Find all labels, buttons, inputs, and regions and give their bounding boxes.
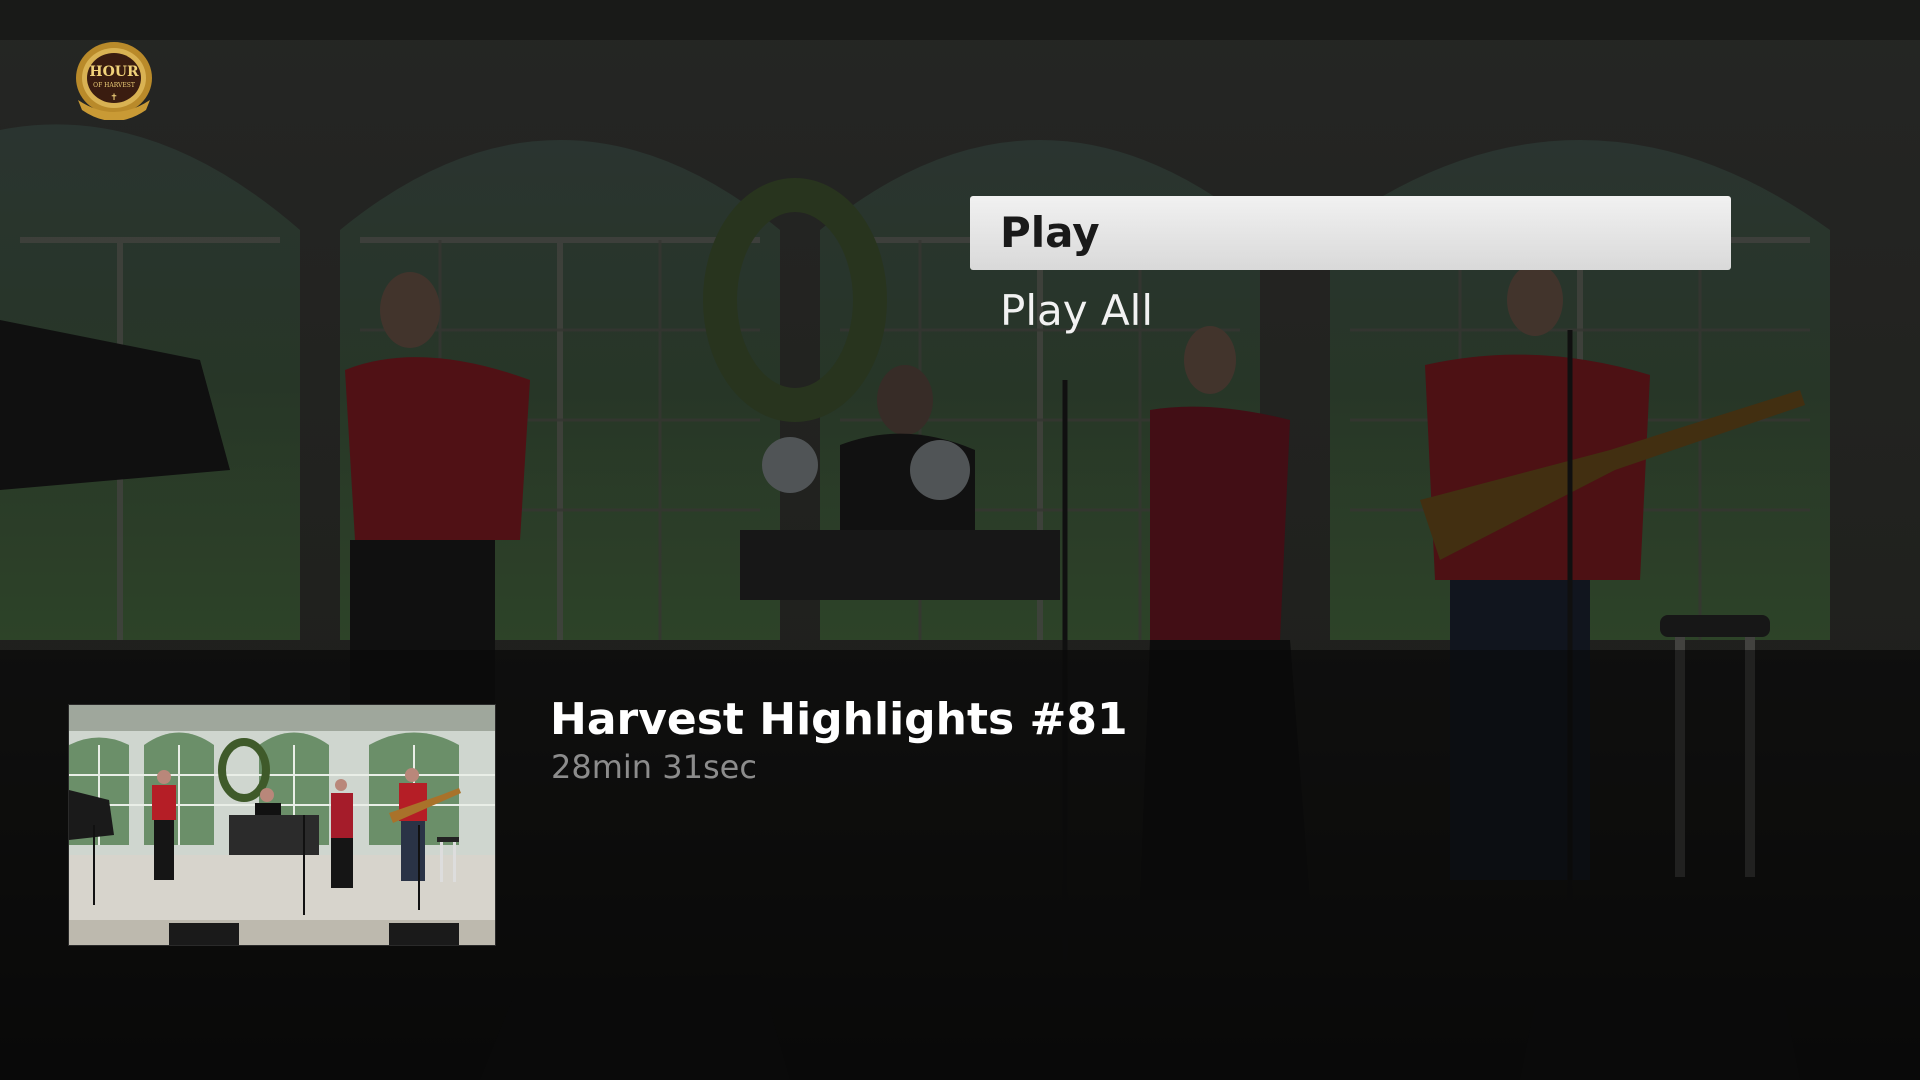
play-all-button-label: Play All	[1000, 286, 1154, 335]
episode-thumbnail[interactable]	[68, 704, 496, 946]
play-button-label: Play	[1000, 208, 1100, 257]
episode-duration: 28min 31sec	[551, 748, 757, 786]
play-button[interactable]: Play	[970, 196, 1731, 270]
svg-text:✝: ✝	[110, 93, 118, 103]
video-detail-screen: HOUR OF HARVEST ✝ Play Play All Harvest …	[0, 0, 1920, 1080]
logo-text-hour: HOUR	[89, 64, 139, 80]
channel-logo: HOUR OF HARVEST ✝	[76, 42, 152, 120]
play-all-button[interactable]: Play All	[970, 274, 1731, 348]
episode-title: Harvest Highlights #81	[550, 694, 1128, 745]
action-menu: Play Play All	[970, 196, 1731, 348]
logo-text-harvest: OF HARVEST	[93, 82, 135, 89]
